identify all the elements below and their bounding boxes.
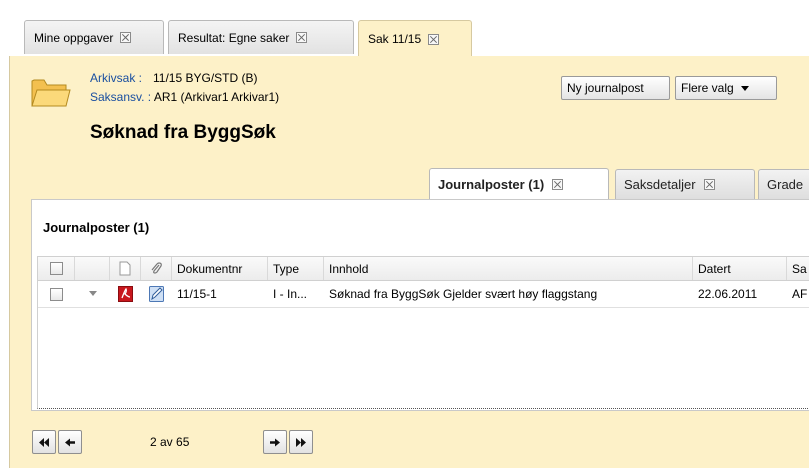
column-header-innhold[interactable]: Innhold xyxy=(324,257,693,280)
tab-resultat-egne-saker[interactable]: Resultat: Egne saker xyxy=(168,20,354,54)
row-checkbox[interactable] xyxy=(50,287,63,301)
tab-label: Saksdetaljer xyxy=(624,177,696,192)
more-options-label: Flere valg xyxy=(681,81,734,95)
tab-grade[interactable]: Grade xyxy=(758,169,809,199)
table-row[interactable]: 11/15-1 I - In... Søknad fra ByggSøk Gje… xyxy=(38,281,809,308)
tab-sak-11-15[interactable]: Sak 11/15 xyxy=(358,20,472,57)
new-journal-button[interactable]: Ny journalpost xyxy=(561,76,670,100)
arrow-right-icon xyxy=(270,438,280,446)
last-page-button[interactable] xyxy=(289,430,313,454)
close-icon[interactable] xyxy=(296,32,308,43)
cell-type: I - In... xyxy=(273,287,308,301)
tab-label: Grade xyxy=(767,177,804,192)
tab-label: Journalposter (1) xyxy=(438,177,545,192)
close-icon[interactable] xyxy=(552,179,564,190)
close-icon[interactable] xyxy=(120,32,132,43)
document-icon xyxy=(119,261,131,276)
close-icon[interactable] xyxy=(703,179,715,190)
close-icon[interactable] xyxy=(428,33,440,45)
header-attachment-icon-cell xyxy=(141,257,172,280)
page-info: 2 av 65 xyxy=(150,435,190,449)
row-expander-cell xyxy=(75,281,110,307)
edit-document-icon[interactable] xyxy=(149,286,164,302)
case-view: Arkivsak :11/15 BYG/STD (B) Saksansv. : … xyxy=(9,56,809,468)
next-page-button[interactable] xyxy=(263,430,287,454)
arkivsak-label: Arkivsak : xyxy=(90,71,143,85)
tab-mine-oppgaver[interactable]: Mine oppgaver xyxy=(24,20,164,54)
arrow-left-icon xyxy=(65,438,75,446)
grid-header: Dokumentnr Type Innhold Datert Sa xyxy=(38,257,809,281)
folder-icon xyxy=(31,79,71,107)
paperclip-icon xyxy=(151,262,162,274)
column-header-dokumentnr[interactable]: Dokumentnr xyxy=(172,257,268,280)
header-expander xyxy=(75,257,110,280)
select-all-checkbox[interactable] xyxy=(49,262,63,275)
header-document-icon-cell xyxy=(110,257,141,280)
saksansv-label: Saksansv. : xyxy=(90,90,152,104)
more-options-dropdown[interactable]: Flere valg xyxy=(675,76,777,100)
cell-sa: AF xyxy=(792,287,808,301)
tab-label: Mine oppgaver xyxy=(34,30,114,45)
case-meta: Arkivsak :11/15 BYG/STD (B) Saksansv. : … xyxy=(90,69,279,107)
journalposter-panel: Journalposter (1) Dokumentnr Type Innhol… xyxy=(31,199,809,411)
row-attachment-icon-cell xyxy=(141,281,172,307)
panel-title: Journalposter (1) xyxy=(43,220,150,235)
window-tab-bar: Mine oppgaver Resultat: Egne saker Sak 1… xyxy=(0,0,809,57)
journalposter-grid: Dokumentnr Type Innhold Datert Sa 11/15-… xyxy=(37,256,809,409)
saksansv-value: AR1 (Arkivar1 Arkivar1) xyxy=(153,90,280,104)
select-all-checkbox-cell xyxy=(38,257,75,280)
cell-dokumentnr: 11/15-1 xyxy=(177,287,217,301)
cell-datert: 22.06.2011 xyxy=(698,287,758,301)
tab-label: Resultat: Egne saker xyxy=(178,30,290,45)
tab-saksdetaljer[interactable]: Saksdetaljer xyxy=(615,169,755,199)
column-header-sa[interactable]: Sa xyxy=(787,257,809,280)
column-header-type[interactable]: Type xyxy=(268,257,324,280)
row-doc-icon-cell xyxy=(110,281,141,307)
new-journal-label: Ny journalpost xyxy=(567,81,644,95)
dropdown-arrow-icon xyxy=(740,85,749,91)
page-title: Søknad fra ByggSøk xyxy=(90,122,276,143)
arkivsak-value: 11/15 BYG/STD (B) xyxy=(153,71,258,85)
double-arrow-right-icon xyxy=(296,437,306,447)
double-arrow-left-icon xyxy=(39,437,49,447)
tab-journalposter[interactable]: Journalposter (1) xyxy=(429,168,609,200)
expand-arrow-icon[interactable] xyxy=(88,291,97,297)
first-page-button[interactable] xyxy=(32,430,56,454)
column-header-datert[interactable]: Datert xyxy=(693,257,787,280)
cell-innhold: Søknad fra ByggSøk Gjelder svært høy fla… xyxy=(329,287,598,301)
tab-label: Sak 11/15 xyxy=(368,32,422,46)
pdf-icon[interactable] xyxy=(118,286,133,302)
previous-page-button[interactable] xyxy=(58,430,82,454)
row-checkbox-cell xyxy=(38,281,75,307)
